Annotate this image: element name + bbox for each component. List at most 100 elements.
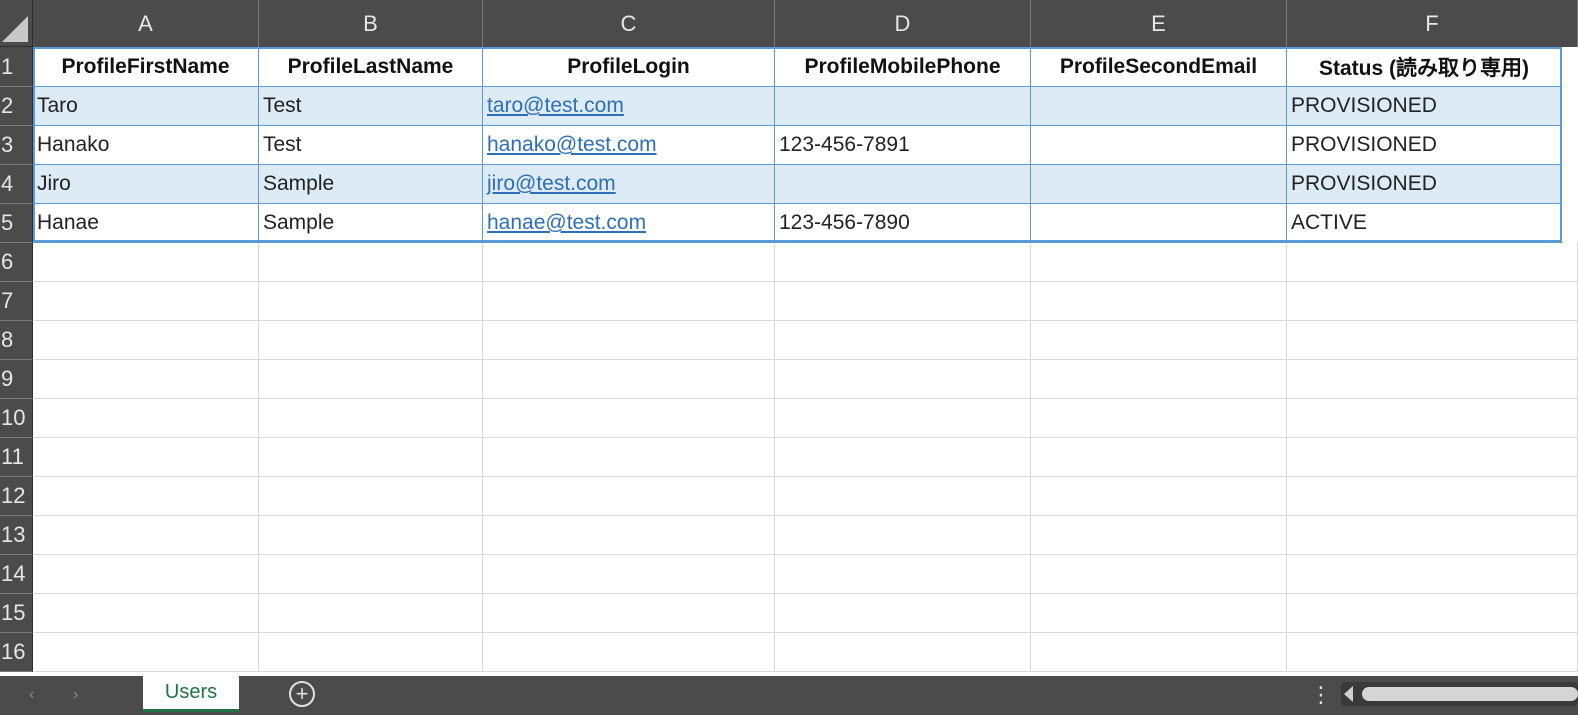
cell-f6[interactable] <box>1287 243 1578 282</box>
cell-a9[interactable] <box>33 360 259 399</box>
cell-f16[interactable] <box>1287 633 1578 672</box>
cell-f7[interactable] <box>1287 282 1578 321</box>
header-cell-profile-last-name[interactable]: ProfileLastName <box>259 47 483 87</box>
cell-d15[interactable] <box>775 594 1031 633</box>
cell-d8[interactable] <box>775 321 1031 360</box>
cell-a12[interactable] <box>33 477 259 516</box>
cell-e9[interactable] <box>1031 360 1287 399</box>
cell-e7[interactable] <box>1031 282 1287 321</box>
row-header-12[interactable]: 12 <box>0 477 33 516</box>
cell-a2[interactable]: Taro <box>33 87 259 126</box>
cell-d13[interactable] <box>775 516 1031 555</box>
cell-c5[interactable]: hanae@test.com <box>483 204 775 243</box>
cell-b4[interactable]: Sample <box>259 165 483 204</box>
email-link[interactable]: hanae@test.com <box>487 211 646 235</box>
cell-e14[interactable] <box>1031 555 1287 594</box>
cell-a3[interactable]: Hanako <box>33 126 259 165</box>
column-header-c[interactable]: C <box>483 0 775 47</box>
cell-b12[interactable] <box>259 477 483 516</box>
cell-f5[interactable]: ACTIVE <box>1287 204 1562 243</box>
column-header-a[interactable]: A <box>33 0 259 47</box>
cell-f15[interactable] <box>1287 594 1578 633</box>
cell-e13[interactable] <box>1031 516 1287 555</box>
row-header-6[interactable]: 6 <box>0 243 33 282</box>
plus-circle-icon[interactable]: + <box>289 681 315 707</box>
header-cell-profile-second-email[interactable]: ProfileSecondEmail <box>1031 47 1287 87</box>
row-header-1[interactable]: 1 <box>0 47 33 87</box>
cell-c14[interactable] <box>483 555 775 594</box>
cell-f13[interactable] <box>1287 516 1578 555</box>
email-link[interactable]: taro@test.com <box>487 94 624 118</box>
row-header-4[interactable]: 4 <box>0 165 33 204</box>
cell-c10[interactable] <box>483 399 775 438</box>
cell-b14[interactable] <box>259 555 483 594</box>
row-header-14[interactable]: 14 <box>0 555 33 594</box>
cell-e16[interactable] <box>1031 633 1287 672</box>
email-link[interactable]: hanako@test.com <box>487 133 657 157</box>
row-header-9[interactable]: 9 <box>0 360 33 399</box>
row-header-13[interactable]: 13 <box>0 516 33 555</box>
row-header-15[interactable]: 15 <box>0 594 33 633</box>
cell-c7[interactable] <box>483 282 775 321</box>
chevron-left-icon[interactable]: ‹ <box>29 686 34 704</box>
select-all-corner[interactable] <box>0 0 33 47</box>
cell-d14[interactable] <box>775 555 1031 594</box>
header-cell-profile-login[interactable]: ProfileLogin <box>483 47 775 87</box>
cell-b10[interactable] <box>259 399 483 438</box>
header-cell-status[interactable]: Status (読み取り専用) <box>1287 47 1562 87</box>
cell-c4[interactable]: jiro@test.com <box>483 165 775 204</box>
cell-b5[interactable]: Sample <box>259 204 483 243</box>
cell-e12[interactable] <box>1031 477 1287 516</box>
cell-a11[interactable] <box>33 438 259 477</box>
cell-b9[interactable] <box>259 360 483 399</box>
cell-a8[interactable] <box>33 321 259 360</box>
scrollbar-thumb[interactable] <box>1362 687 1578 701</box>
row-header-10[interactable]: 10 <box>0 399 33 438</box>
row-header-2[interactable]: 2 <box>0 87 33 126</box>
cell-a10[interactable] <box>33 399 259 438</box>
cell-c16[interactable] <box>483 633 775 672</box>
cell-e8[interactable] <box>1031 321 1287 360</box>
cell-b7[interactable] <box>259 282 483 321</box>
column-header-b[interactable]: B <box>259 0 483 47</box>
cell-d5[interactable]: 123-456-7890 <box>775 204 1031 243</box>
cell-c15[interactable] <box>483 594 775 633</box>
cell-f8[interactable] <box>1287 321 1578 360</box>
cell-b13[interactable] <box>259 516 483 555</box>
cell-d7[interactable] <box>775 282 1031 321</box>
cell-a6[interactable] <box>33 243 259 282</box>
cell-f14[interactable] <box>1287 555 1578 594</box>
triangle-left-icon[interactable] <box>1344 686 1353 702</box>
cell-b6[interactable] <box>259 243 483 282</box>
row-header-3[interactable]: 3 <box>0 126 33 165</box>
cell-d11[interactable] <box>775 438 1031 477</box>
cell-e4[interactable] <box>1031 165 1287 204</box>
cell-e3[interactable] <box>1031 126 1287 165</box>
column-header-e[interactable]: E <box>1031 0 1287 47</box>
cell-f11[interactable] <box>1287 438 1578 477</box>
cell-a16[interactable] <box>33 633 259 672</box>
column-header-f[interactable]: F <box>1287 0 1578 47</box>
cell-c13[interactable] <box>483 516 775 555</box>
cell-d10[interactable] <box>775 399 1031 438</box>
cell-e6[interactable] <box>1031 243 1287 282</box>
cell-b11[interactable] <box>259 438 483 477</box>
sheet-tab-users[interactable]: Users <box>143 676 239 712</box>
cell-f12[interactable] <box>1287 477 1578 516</box>
cell-b15[interactable] <box>259 594 483 633</box>
cell-a7[interactable] <box>33 282 259 321</box>
email-link[interactable]: jiro@test.com <box>487 172 616 196</box>
cell-c8[interactable] <box>483 321 775 360</box>
chevron-right-icon[interactable]: › <box>73 686 78 704</box>
row-header-8[interactable]: 8 <box>0 321 33 360</box>
header-cell-profile-first-name[interactable]: ProfileFirstName <box>33 47 259 87</box>
vertical-dots-icon[interactable]: ⋮ <box>1310 682 1332 708</box>
cell-f2[interactable]: PROVISIONED <box>1287 87 1562 126</box>
cell-d16[interactable] <box>775 633 1031 672</box>
cell-b2[interactable]: Test <box>259 87 483 126</box>
cell-d2[interactable] <box>775 87 1031 126</box>
cell-c3[interactable]: hanako@test.com <box>483 126 775 165</box>
row-header-16[interactable]: 16 <box>0 633 33 672</box>
cell-d3[interactable]: 123-456-7891 <box>775 126 1031 165</box>
cell-d6[interactable] <box>775 243 1031 282</box>
